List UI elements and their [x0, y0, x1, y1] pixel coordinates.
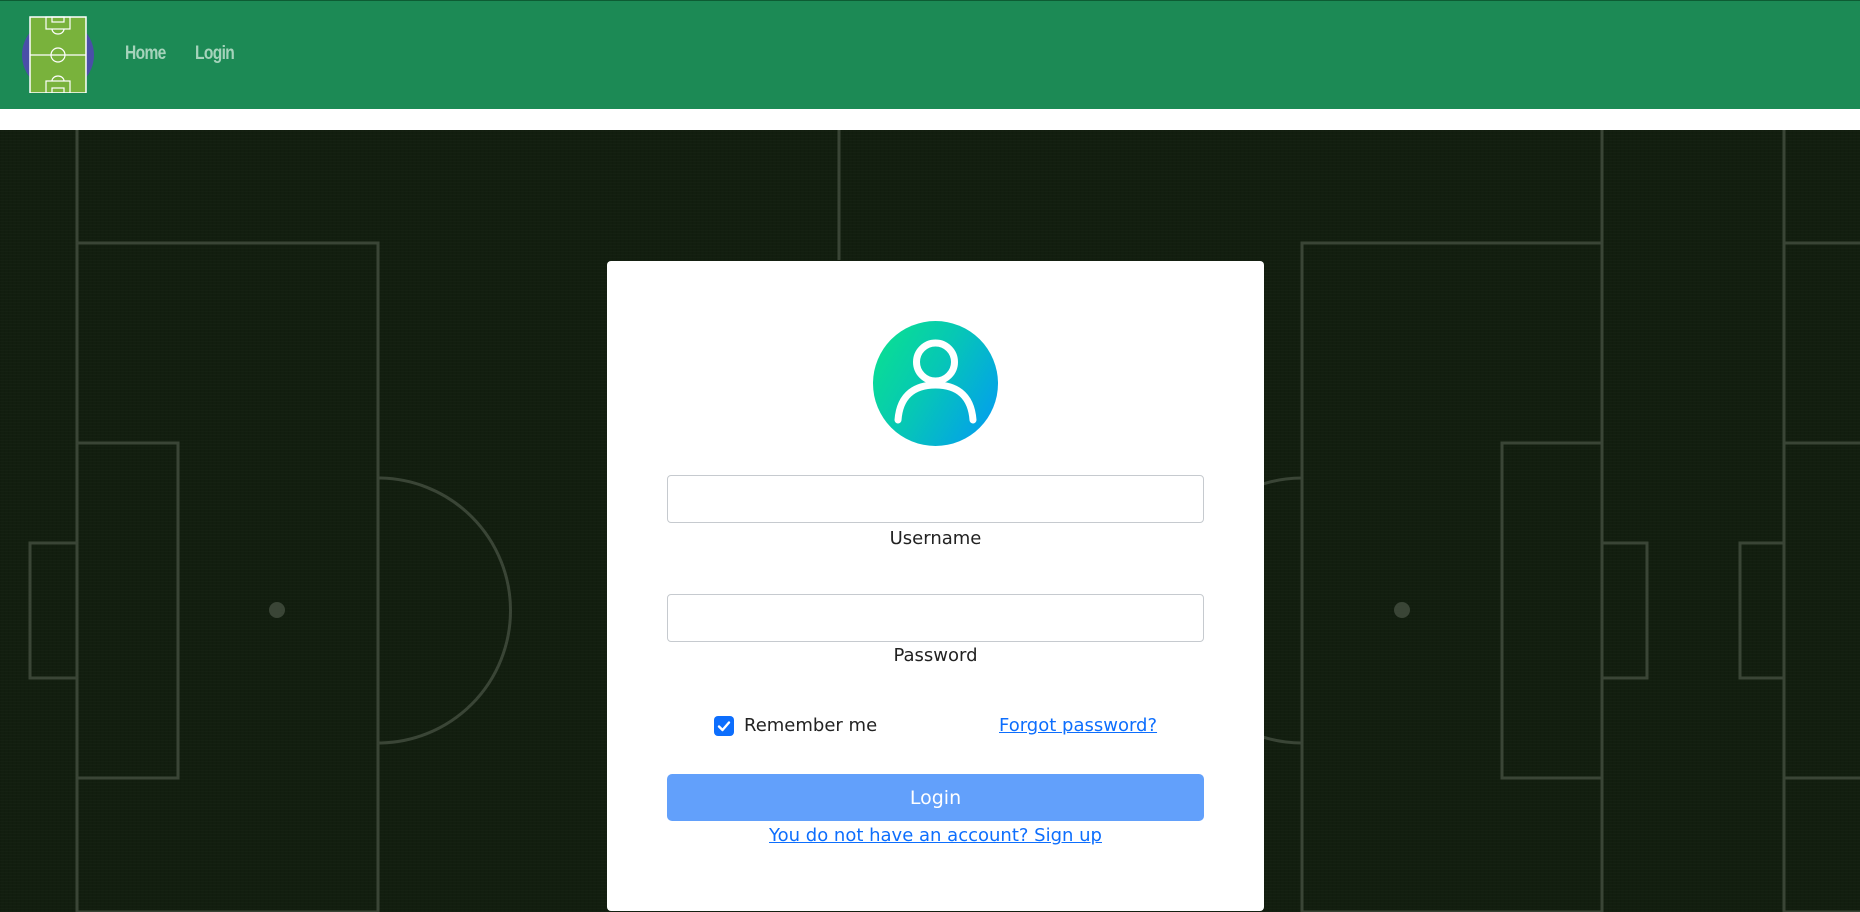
checkmark-icon: [717, 720, 731, 731]
user-avatar: [873, 321, 998, 446]
login-card: Username Password Remember me Forgot pas…: [607, 261, 1264, 911]
navbar: Home Login: [0, 0, 1860, 109]
signup-link[interactable]: You do not have an account? Sign up: [769, 825, 1102, 846]
football-pitch-logo-icon[interactable]: [22, 15, 94, 93]
username-label: Username: [889, 528, 982, 549]
login-button[interactable]: Login: [667, 774, 1204, 821]
password-label: Password: [893, 645, 978, 666]
nav-links: Home Login: [125, 43, 242, 65]
remember-me-checkbox[interactable]: [714, 715, 734, 736]
signup-row: You do not have an account? Sign up: [607, 825, 1264, 846]
header-divider: [0, 109, 1860, 130]
forgot-password-link[interactable]: Forgot password?: [999, 715, 1157, 736]
username-input[interactable]: [667, 475, 1204, 523]
user-icon: [894, 339, 977, 424]
remember-me-label: Remember me: [744, 715, 878, 736]
nav-link-home[interactable]: Home: [125, 43, 166, 65]
remember-me[interactable]: Remember me: [714, 715, 877, 736]
nav-link-login[interactable]: Login: [195, 43, 235, 65]
password-input[interactable]: [667, 594, 1204, 642]
